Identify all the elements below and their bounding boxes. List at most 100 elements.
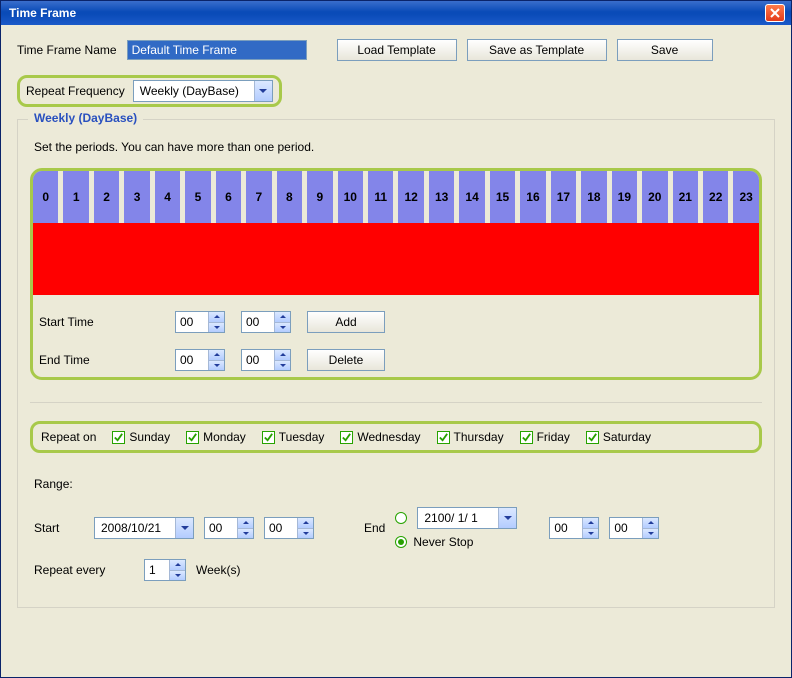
hour-cell[interactable]: 13 bbox=[424, 171, 454, 223]
checkbox[interactable] bbox=[262, 431, 275, 444]
range-start-date[interactable]: 2008/10/21 bbox=[94, 517, 194, 539]
hour-cell[interactable]: 3 bbox=[119, 171, 149, 223]
hour-cell[interactable]: 19 bbox=[607, 171, 637, 223]
chevron-up-icon bbox=[243, 521, 249, 524]
save-button[interactable]: Save bbox=[617, 39, 713, 61]
range-never-stop-radio[interactable] bbox=[395, 536, 407, 548]
range-end-date[interactable]: 2100/ 1/ 1 bbox=[417, 507, 517, 529]
range-start-label: Start bbox=[34, 521, 84, 535]
chevron-up-icon bbox=[280, 315, 286, 318]
end-hour-up[interactable] bbox=[209, 350, 224, 360]
delete-period-button[interactable]: Delete bbox=[307, 349, 385, 371]
start-hour-input[interactable] bbox=[176, 312, 208, 332]
chevron-up-icon bbox=[648, 521, 654, 524]
range-start-hour-spinner[interactable] bbox=[204, 517, 254, 539]
end-min-down[interactable] bbox=[275, 360, 290, 371]
weekly-instruction: Set the periods. You can have more than … bbox=[34, 140, 762, 154]
hour-cell[interactable]: 2 bbox=[89, 171, 119, 223]
period-bar[interactable] bbox=[33, 223, 759, 295]
hour-cell[interactable]: 17 bbox=[546, 171, 576, 223]
range-start-hour-down[interactable] bbox=[238, 528, 253, 539]
hour-cell[interactable]: 4 bbox=[150, 171, 180, 223]
hour-cell[interactable]: 8 bbox=[272, 171, 302, 223]
hour-cell[interactable]: 7 bbox=[241, 171, 271, 223]
hour-cell[interactable]: 21 bbox=[668, 171, 698, 223]
start-hour-down[interactable] bbox=[209, 322, 224, 333]
day-checkbox-monday: Monday bbox=[186, 430, 246, 444]
hour-cell[interactable]: 18 bbox=[576, 171, 606, 223]
chevron-up-icon bbox=[303, 521, 309, 524]
add-period-button[interactable]: Add bbox=[307, 311, 385, 333]
repeat-on-label: Repeat on bbox=[41, 430, 96, 444]
repeat-frequency-select[interactable]: Weekly (DayBase) bbox=[133, 80, 273, 102]
range-end-hour-input[interactable] bbox=[550, 518, 582, 538]
end-min-spinner[interactable] bbox=[241, 349, 291, 371]
range-section: Range: Start 2008/10/21 End bbox=[30, 477, 762, 581]
checkbox[interactable] bbox=[186, 431, 199, 444]
range-end-min-down[interactable] bbox=[643, 528, 658, 539]
end-hour-down[interactable] bbox=[209, 360, 224, 371]
range-start-min-input[interactable] bbox=[265, 518, 297, 538]
checkbox[interactable] bbox=[112, 431, 125, 444]
range-end-min-input[interactable] bbox=[610, 518, 642, 538]
end-time-label: End Time bbox=[39, 353, 159, 367]
start-min-down[interactable] bbox=[275, 322, 290, 333]
day-label: Friday bbox=[537, 430, 570, 444]
repeat-frequency-dropdown-button[interactable] bbox=[254, 81, 272, 101]
range-start-hour-input[interactable] bbox=[205, 518, 237, 538]
hour-cell[interactable]: 12 bbox=[393, 171, 423, 223]
start-min-up[interactable] bbox=[275, 312, 290, 322]
end-min-up[interactable] bbox=[275, 350, 290, 360]
hour-cell[interactable]: 5 bbox=[180, 171, 210, 223]
start-min-spinner[interactable] bbox=[241, 311, 291, 333]
range-end-hour-up[interactable] bbox=[583, 518, 598, 528]
hour-cell[interactable]: 0 bbox=[33, 171, 58, 223]
chevron-up-icon bbox=[280, 353, 286, 356]
hour-cell[interactable]: 1 bbox=[58, 171, 88, 223]
load-template-button[interactable]: Load Template bbox=[337, 39, 457, 61]
start-min-input[interactable] bbox=[242, 312, 274, 332]
hour-cell[interactable]: 23 bbox=[728, 171, 758, 223]
repeat-every-input[interactable] bbox=[145, 560, 169, 580]
repeat-every-up[interactable] bbox=[170, 560, 185, 570]
range-end-label: End bbox=[364, 521, 385, 535]
range-end-date-dropdown[interactable] bbox=[498, 508, 516, 528]
range-end-min-spinner[interactable] bbox=[609, 517, 659, 539]
chevron-down-icon bbox=[280, 326, 286, 329]
checkbox[interactable] bbox=[437, 431, 450, 444]
end-hour-input[interactable] bbox=[176, 350, 208, 370]
day-label: Monday bbox=[203, 430, 246, 444]
range-start-hour-up[interactable] bbox=[238, 518, 253, 528]
range-end-hour-down[interactable] bbox=[583, 528, 598, 539]
hour-cell[interactable]: 22 bbox=[698, 171, 728, 223]
save-as-template-button[interactable]: Save as Template bbox=[467, 39, 607, 61]
close-button[interactable] bbox=[765, 4, 785, 22]
range-start-min-spinner[interactable] bbox=[264, 517, 314, 539]
end-hour-spinner[interactable] bbox=[175, 349, 225, 371]
time-frame-name-input[interactable] bbox=[127, 40, 307, 60]
range-end-hour-spinner[interactable] bbox=[549, 517, 599, 539]
range-end-min-up[interactable] bbox=[643, 518, 658, 528]
start-hour-spinner[interactable] bbox=[175, 311, 225, 333]
end-min-input[interactable] bbox=[242, 350, 274, 370]
name-row: Time Frame Name Load Template Save as Te… bbox=[17, 39, 775, 61]
range-start-date-dropdown[interactable] bbox=[175, 518, 193, 538]
range-end-date-radio[interactable] bbox=[395, 512, 407, 524]
hour-cell[interactable]: 20 bbox=[637, 171, 667, 223]
hour-cell[interactable]: 9 bbox=[302, 171, 332, 223]
hour-cell[interactable]: 15 bbox=[485, 171, 515, 223]
hour-cell[interactable]: 10 bbox=[333, 171, 363, 223]
hour-cell[interactable]: 16 bbox=[515, 171, 545, 223]
checkbox[interactable] bbox=[520, 431, 533, 444]
checkbox[interactable] bbox=[340, 431, 353, 444]
checkbox[interactable] bbox=[586, 431, 599, 444]
start-hour-up[interactable] bbox=[209, 312, 224, 322]
repeat-every-spinner[interactable] bbox=[144, 559, 186, 581]
hour-cell[interactable]: 6 bbox=[211, 171, 241, 223]
hour-cell[interactable]: 11 bbox=[363, 171, 393, 223]
chevron-down-icon bbox=[214, 326, 220, 329]
hour-cell[interactable]: 14 bbox=[454, 171, 484, 223]
repeat-every-down[interactable] bbox=[170, 570, 185, 581]
range-start-min-up[interactable] bbox=[298, 518, 313, 528]
range-start-min-down[interactable] bbox=[298, 528, 313, 539]
